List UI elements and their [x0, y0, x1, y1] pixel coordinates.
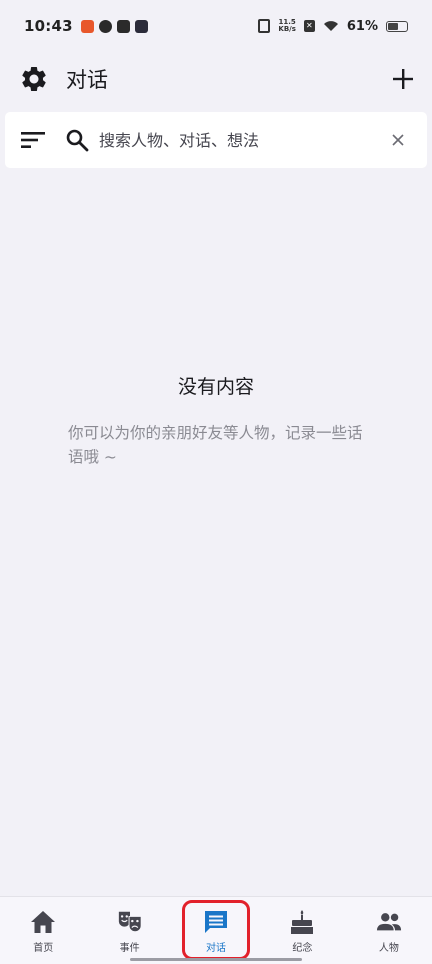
nav-label-events: 事件	[119, 943, 140, 954]
home-indicator[interactable]	[130, 958, 302, 961]
nav-item-memorial[interactable]: 纪念	[259, 897, 345, 964]
battery-percentage: 61%	[346, 18, 378, 34]
search-input[interactable]	[99, 130, 387, 150]
app-notification-icon	[80, 19, 94, 33]
filter-button[interactable]	[21, 127, 47, 153]
status-time: 10:43	[24, 17, 73, 35]
theater-masks-icon	[117, 909, 143, 935]
home-icon	[30, 909, 56, 935]
app-bar: 对话	[0, 52, 432, 106]
gear-icon	[22, 67, 46, 91]
notification-icons	[80, 19, 148, 33]
magnifier-icon	[66, 129, 89, 152]
nav-item-people[interactable]: 人物	[346, 897, 432, 964]
wifi-icon	[323, 21, 338, 31]
active-tab-highlight	[182, 900, 250, 960]
settings-button[interactable]	[18, 63, 50, 95]
plus-icon	[393, 69, 413, 89]
cake-icon	[289, 909, 315, 935]
play-notification-icon	[134, 19, 148, 33]
people-icon	[376, 909, 402, 935]
nav-label-home: 首页	[33, 943, 54, 954]
nav-item-events[interactable]: 事件	[86, 897, 172, 964]
add-button[interactable]	[388, 64, 418, 94]
empty-state-description: 你可以为你的亲朋好友等人物，记录一些话语哦 ~	[68, 424, 363, 466]
app-notification-icon	[98, 19, 112, 33]
page-title: 对话	[66, 68, 108, 92]
network-speed: 11.5 KB/s	[278, 19, 295, 33]
battery-fill	[388, 22, 398, 30]
status-right: 11.5 KB/s ✕ 61%	[258, 19, 408, 34]
filter-icon	[21, 132, 45, 148]
empty-state-title: 没有内容	[177, 376, 254, 398]
nav-label-memorial: 纪念	[292, 943, 313, 954]
mail-notification-icon	[116, 19, 130, 33]
battery-icon	[386, 20, 408, 32]
nav-item-home[interactable]: 首页	[0, 897, 86, 964]
clear-search-button[interactable]	[387, 129, 409, 151]
status-bar: 10:43 11.5 KB/s ✕ 61%	[0, 0, 432, 52]
nav-label-people: 人物	[378, 943, 399, 954]
screen: 10:43 11.5 KB/s ✕ 61% 对话 搜索人物、对话、想法 没有内容…	[0, 0, 432, 964]
network-speed-unit: KB/s	[278, 25, 296, 33]
vibrate-icon	[258, 19, 271, 33]
no-sim-icon: ✕	[303, 20, 315, 32]
close-icon	[392, 134, 404, 146]
search-bar	[5, 112, 427, 168]
search-icon	[65, 127, 91, 153]
